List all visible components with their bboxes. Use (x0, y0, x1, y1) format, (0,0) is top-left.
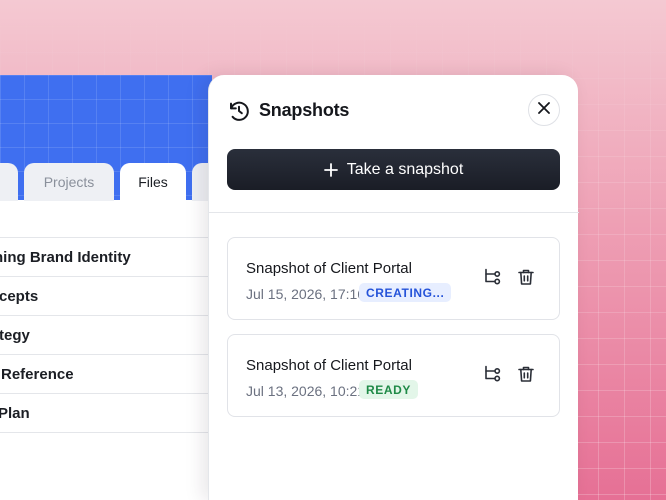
snapshot-card: Snapshot of Client Portal Jul 13, 2026, … (227, 334, 560, 417)
tab-projects[interactable]: Projects (24, 163, 114, 201)
file-row[interactable]: Plan (0, 394, 212, 433)
close-icon (538, 101, 550, 119)
take-snapshot-button[interactable]: Take a snapshot (227, 149, 560, 190)
file-list: ning Brand Identity cepts tegy Reference… (0, 200, 212, 433)
file-row[interactable]: ning Brand Identity (0, 238, 212, 277)
take-snapshot-label: Take a snapshot (346, 160, 464, 178)
file-name: Reference (1, 365, 74, 383)
snapshot-card: Snapshot of Client Portal Jul 15, 2026, … (227, 237, 560, 320)
trash-icon (517, 268, 535, 291)
close-button[interactable] (528, 94, 560, 126)
delete-button[interactable] (515, 365, 537, 387)
snapshots-drawer: Snapshots Take a snapshot Snapshot of Cl… (208, 75, 579, 500)
drawer-title: Snapshots (259, 100, 350, 120)
file-row[interactable]: tegy (0, 316, 212, 355)
branch-button[interactable] (481, 365, 503, 387)
drawer-header: Snapshots (209, 75, 579, 145)
snapshot-date: Jul 13, 2026, 10:21 (246, 383, 366, 399)
status-badge: READY (359, 380, 419, 399)
file-row[interactable]: Reference (0, 355, 212, 394)
file-name: tegy (0, 326, 30, 344)
delete-button[interactable] (515, 268, 537, 290)
status-badge: CREATING... (359, 283, 452, 302)
trash-icon (517, 365, 535, 388)
snapshot-title: Snapshot of Client Portal (246, 357, 412, 374)
project-panel: Projects Files ning Brand Identity cepts… (0, 75, 212, 500)
tab-label: Files (138, 174, 168, 190)
file-list-header (0, 200, 212, 238)
branch-icon (482, 364, 502, 389)
plus-icon (323, 162, 338, 177)
branch-icon (482, 267, 502, 292)
snapshot-date: Jul 15, 2026, 17:16 (246, 286, 366, 302)
history-clock-icon (228, 100, 250, 122)
branch-button[interactable] (481, 268, 503, 290)
snapshot-title: Snapshot of Client Portal (246, 260, 412, 277)
file-name: ning Brand Identity (0, 248, 131, 266)
file-row[interactable]: cepts (0, 277, 212, 316)
tab-hidden-left[interactable] (0, 163, 18, 201)
drawer-divider (209, 212, 579, 213)
file-name: Plan (0, 404, 30, 422)
tab-label: Projects (43, 174, 95, 190)
file-name: cepts (0, 287, 39, 305)
tab-files[interactable]: Files (120, 163, 186, 201)
